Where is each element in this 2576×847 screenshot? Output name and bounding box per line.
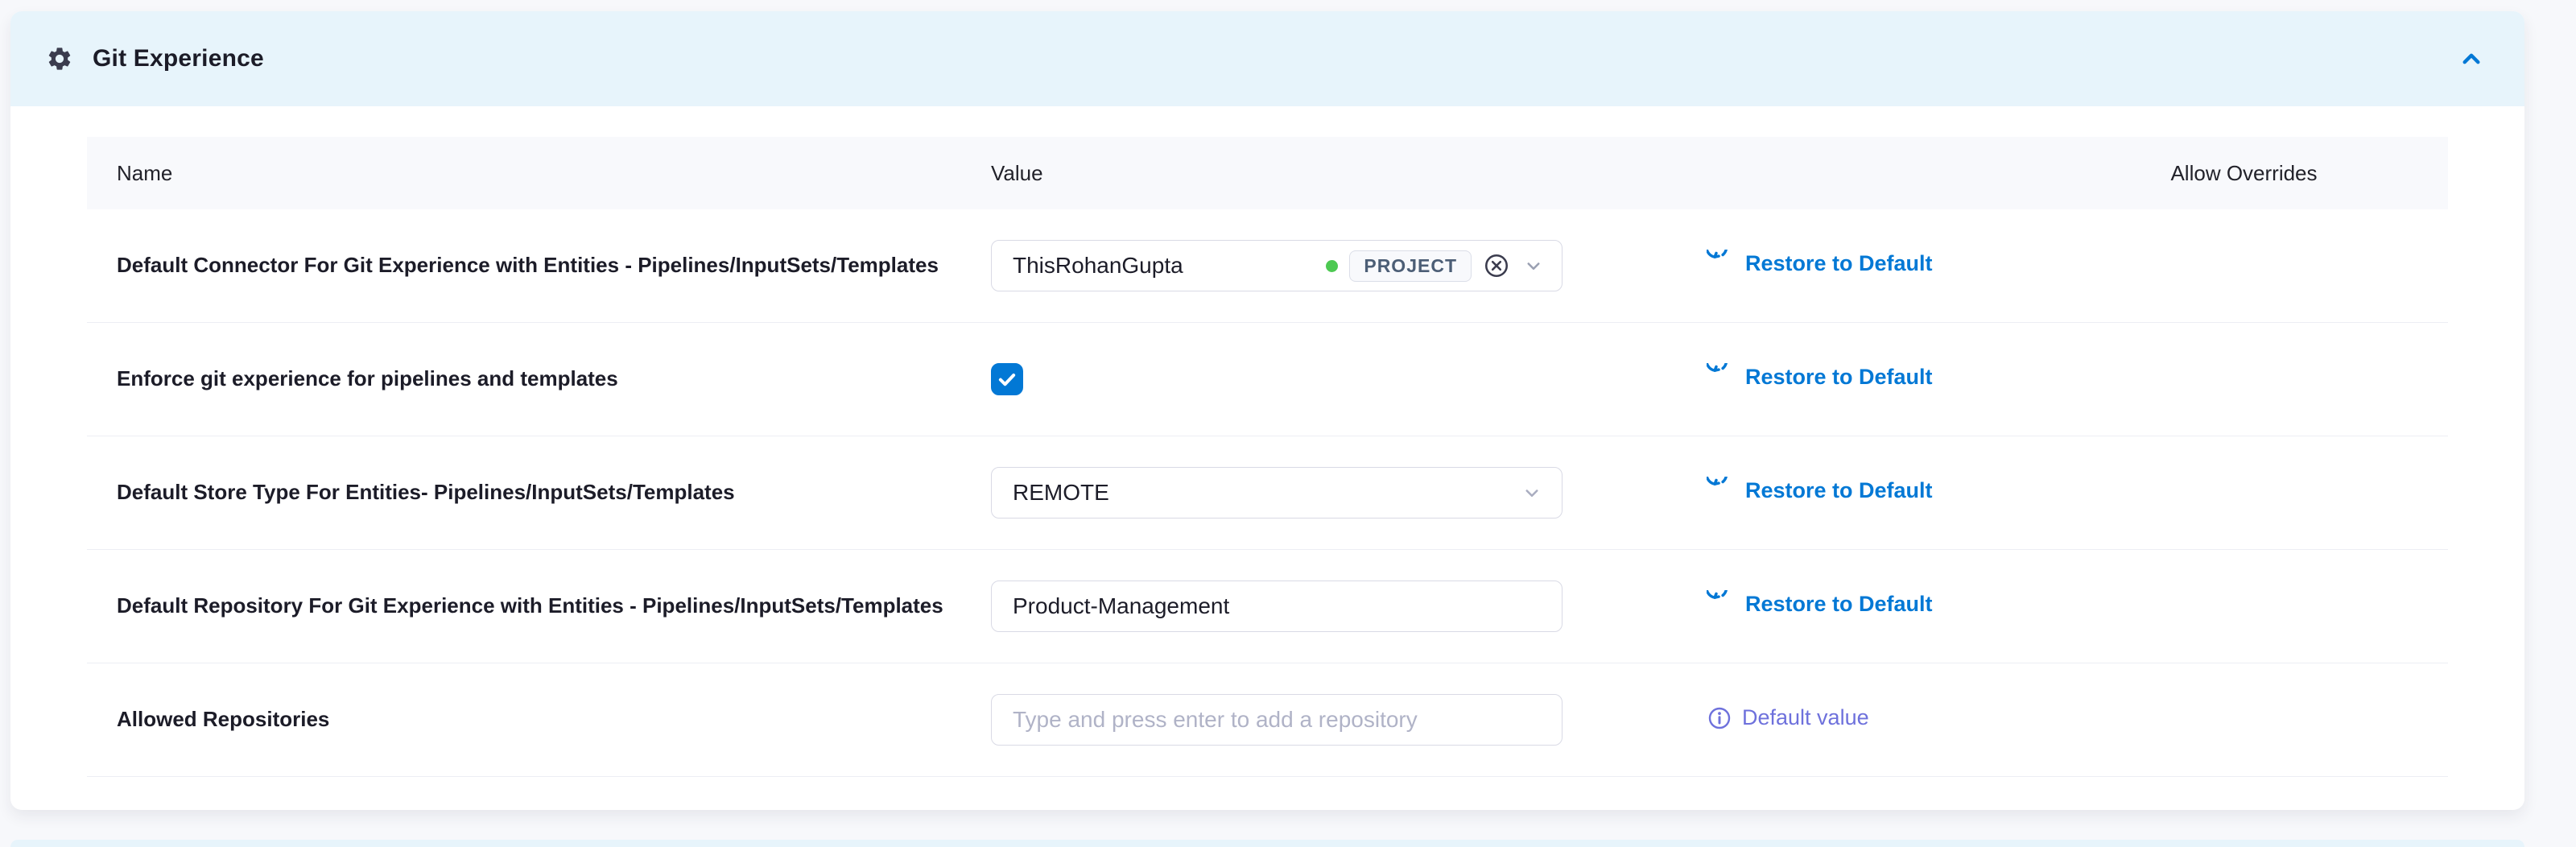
restore-to-default-link[interactable]: Restore to Default xyxy=(1707,590,1933,619)
enforce-git-experience-checkbox[interactable] xyxy=(991,363,1023,395)
panel-title: Git Experience xyxy=(93,45,264,72)
circle-x-icon xyxy=(1483,252,1510,279)
setting-label: Default Repository For Git Experience wi… xyxy=(87,592,991,620)
chevron-down-icon xyxy=(1521,254,1546,278)
checkmark-icon xyxy=(995,367,1019,391)
chevron-up-icon xyxy=(2455,43,2487,75)
table-row: Enforce git experience for pipelines and… xyxy=(87,323,2448,436)
restore-to-default-link[interactable]: Restore to Default xyxy=(1707,250,1933,279)
restore-icon xyxy=(1707,363,1736,392)
allowed-repositories-input[interactable] xyxy=(991,694,1563,746)
connector-select-field[interactable]: ThisRohanGupta PROJECT xyxy=(991,240,1563,291)
restore-to-default-link[interactable]: Restore to Default xyxy=(1707,477,1933,506)
restore-icon xyxy=(1707,477,1736,506)
next-section-header-peek[interactable] xyxy=(10,840,2524,847)
column-header-allow-overrides: Allow Overrides xyxy=(2040,161,2448,186)
restore-to-default-label: Restore to Default xyxy=(1745,251,1933,276)
table-row: Default Repository For Git Experience wi… xyxy=(87,550,2448,663)
git-experience-accordion-header[interactable]: Git Experience xyxy=(10,11,2524,106)
default-value-link[interactable]: Default value xyxy=(1707,705,1869,731)
table-row: Default Store Type For Entities- Pipelin… xyxy=(87,436,2448,550)
default-repository-input[interactable] xyxy=(991,581,1563,632)
restore-to-default-label: Restore to Default xyxy=(1745,478,1933,503)
restore-to-default-label: Restore to Default xyxy=(1745,365,1933,390)
store-type-value: REMOTE xyxy=(1013,480,1109,506)
chevron-down-icon xyxy=(1520,481,1544,505)
account-settings-page: Git Experience Name Value Allow Override… xyxy=(0,0,2576,847)
open-connector-dropdown-button[interactable] xyxy=(1521,254,1546,278)
table-row: Allowed Repositories Default value xyxy=(87,663,2448,777)
settings-table: Name Value Allow Overrides Default Conne… xyxy=(87,137,2448,777)
table-row: Default Connector For Git Experience wit… xyxy=(87,209,2448,323)
setting-label: Default Connector For Git Experience wit… xyxy=(87,251,991,279)
default-value-label: Default value xyxy=(1742,705,1869,730)
collapse-section-button[interactable] xyxy=(2454,41,2489,76)
info-icon xyxy=(1707,705,1732,731)
connected-status-dot xyxy=(1326,260,1338,272)
column-header-value: Value xyxy=(991,161,1707,186)
restore-to-default-label: Restore to Default xyxy=(1745,592,1933,617)
restore-icon xyxy=(1707,590,1736,619)
restore-to-default-link[interactable]: Restore to Default xyxy=(1707,363,1933,392)
column-header-name: Name xyxy=(87,161,991,186)
setting-label: Default Store Type For Entities- Pipelin… xyxy=(87,478,991,506)
restore-icon xyxy=(1707,250,1736,279)
git-experience-panel: Git Experience Name Value Allow Override… xyxy=(10,11,2524,810)
setting-label: Allowed Repositories xyxy=(87,705,991,733)
connector-value: ThisRohanGupta xyxy=(1013,253,1315,279)
store-type-select[interactable]: REMOTE xyxy=(991,467,1563,519)
scope-badge: PROJECT xyxy=(1349,250,1472,282)
clear-connector-button[interactable] xyxy=(1483,252,1510,279)
settings-gear-icon xyxy=(46,45,73,72)
setting-label: Enforce git experience for pipelines and… xyxy=(87,365,991,393)
table-header-row: Name Value Allow Overrides xyxy=(87,137,2448,209)
